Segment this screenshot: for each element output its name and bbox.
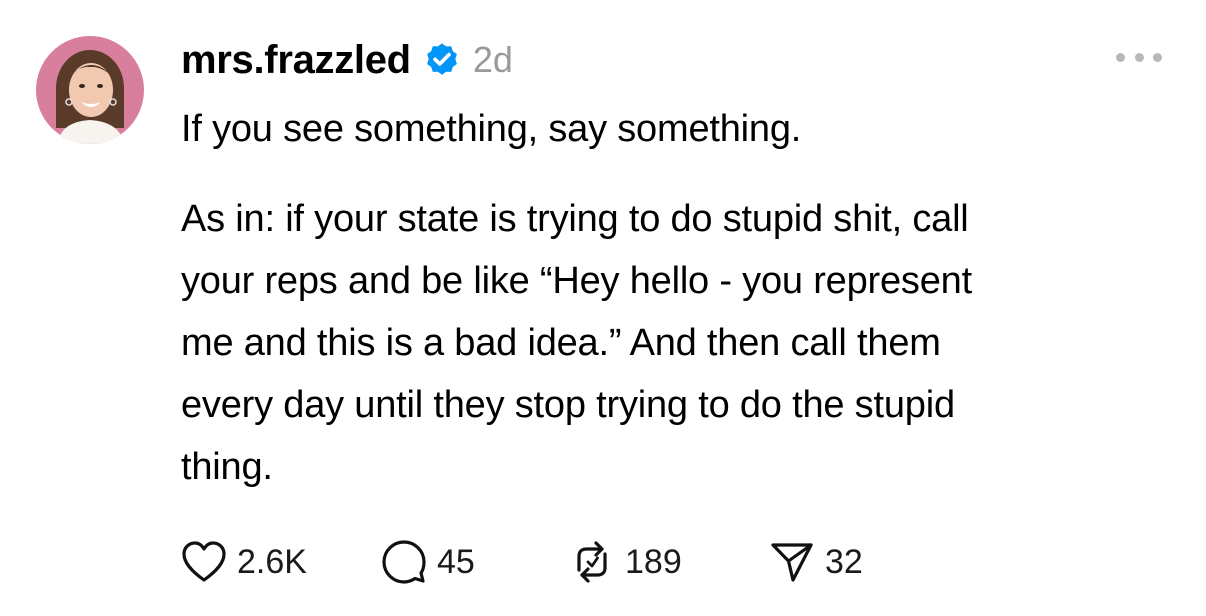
repost-button[interactable]: 189	[569, 539, 769, 585]
like-count: 2.6K	[237, 542, 307, 581]
post-text-line: me and this is a bad idea.” And then cal…	[181, 322, 941, 364]
post-text-line: thing.	[181, 446, 273, 488]
post-header: mrs.frazzled 2d	[181, 34, 513, 86]
comment-button[interactable]: 45	[381, 539, 569, 585]
heart-icon	[181, 540, 227, 584]
share-count: 32	[825, 542, 863, 581]
dot	[1134, 52, 1144, 62]
post-text-paragraph: As in: if your state is trying to do stu…	[181, 188, 972, 498]
post-text-line: As in: if your state is trying to do stu…	[181, 198, 969, 240]
post-text-line: If you see something, say something.	[181, 108, 802, 150]
dot	[1153, 52, 1162, 62]
threads-post: mrs.frazzled 2d If you see something, sa…	[0, 0, 1206, 616]
comment-bubble-icon	[381, 539, 427, 585]
post-text-line: your reps and be like “Hey hello - you r…	[181, 260, 972, 302]
repost-icon	[569, 539, 615, 585]
verified-badge-icon	[423, 41, 461, 79]
more-options-icon[interactable]	[1116, 46, 1162, 68]
send-icon	[769, 539, 815, 585]
like-button[interactable]: 2.6K	[181, 540, 381, 584]
username[interactable]: mrs.frazzled	[181, 38, 411, 83]
avatar[interactable]	[36, 36, 144, 144]
dot	[1116, 52, 1125, 62]
comment-count: 45	[437, 542, 475, 581]
post-timestamp: 2d	[472, 39, 513, 80]
repost-count: 189	[625, 542, 682, 581]
post-actions: 2.6K 45 189 32	[181, 537, 863, 587]
post-text-line: every day until they stop trying to do t…	[181, 384, 955, 426]
share-button[interactable]: 32	[769, 539, 863, 585]
